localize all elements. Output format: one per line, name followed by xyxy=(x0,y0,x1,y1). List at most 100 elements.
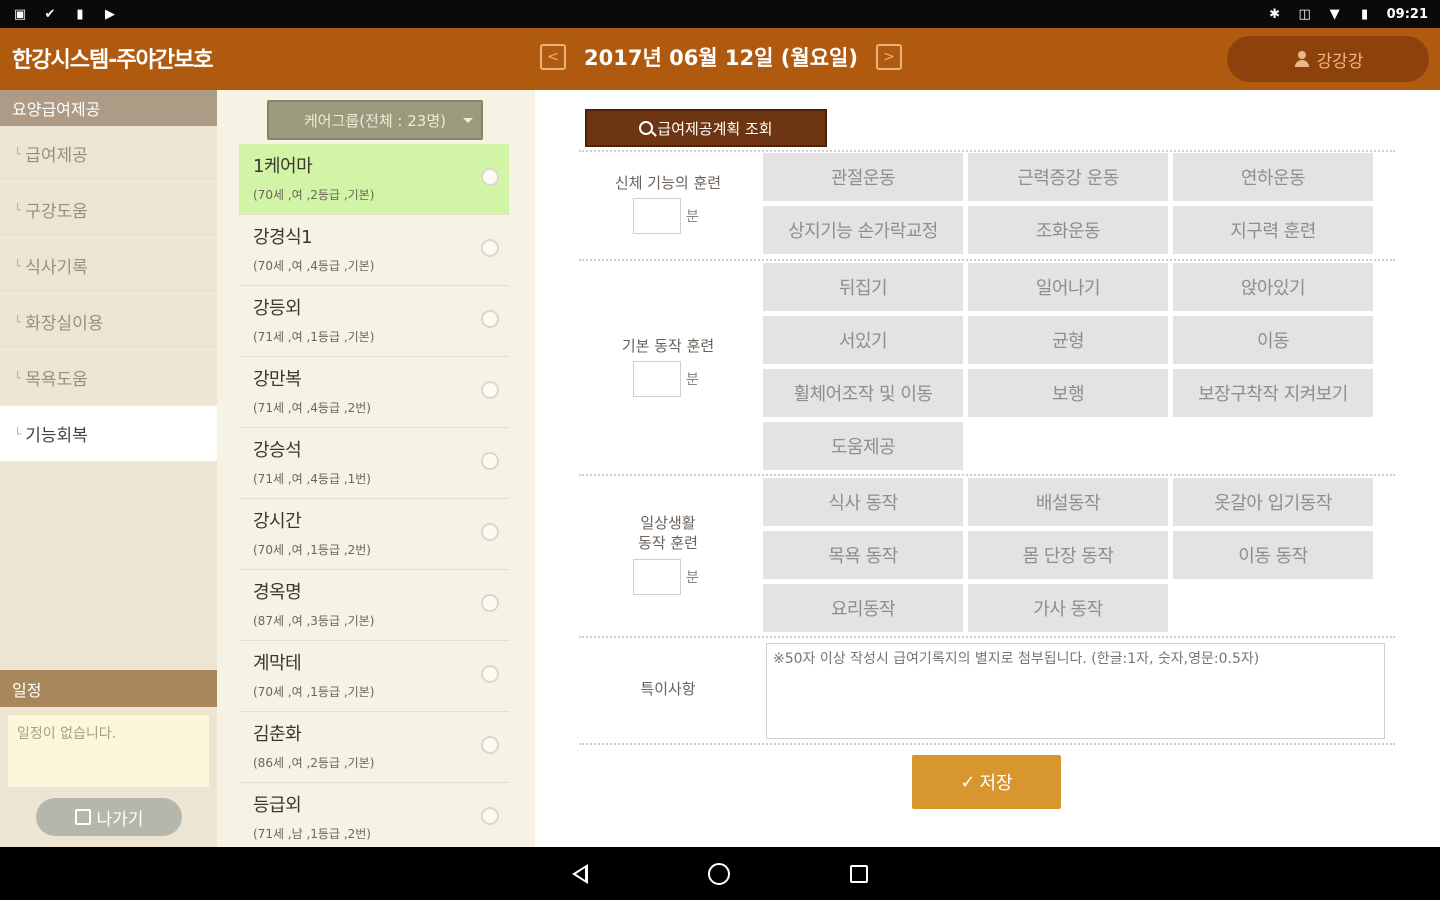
tree-branch-icon: └ xyxy=(14,426,22,441)
patient-row[interactable]: 1케어마 (70세 ,여 ,2등급 ,기본) xyxy=(239,144,509,215)
exit-label: 나가기 xyxy=(96,809,144,830)
clock: 09:21 xyxy=(1386,6,1428,22)
plan-query-button[interactable]: 급여제공계획 조회 xyxy=(585,109,827,147)
check-icon: ✓ xyxy=(960,771,976,793)
option-button[interactable]: 식사 동작 xyxy=(763,478,963,526)
patient-radio[interactable] xyxy=(481,736,499,754)
patient-radio[interactable] xyxy=(481,665,499,683)
minute-unit: 분 xyxy=(686,209,699,225)
option-button[interactable]: 도움제공 xyxy=(763,422,963,470)
option-button[interactable]: 관절운동 xyxy=(763,153,963,201)
notes-textarea[interactable] xyxy=(766,643,1385,739)
option-button[interactable]: 목욕 동작 xyxy=(763,531,963,579)
patient-name: 강경식1 xyxy=(253,227,313,248)
chevron-right-icon: > xyxy=(883,49,895,65)
section-label-line: 동작 훈련 xyxy=(638,534,698,552)
battery-icon: ▮ xyxy=(1361,6,1369,22)
prev-date-button[interactable]: < xyxy=(540,44,566,70)
sidebar-item-benefit[interactable]: └ 급여제공 xyxy=(0,126,217,182)
option-button[interactable]: 배설동작 xyxy=(968,478,1168,526)
patient-info: (71세 ,남 ,1등급 ,2번) xyxy=(253,827,371,841)
schedule-box: 일정이 없습니다. xyxy=(7,714,210,788)
patient-row[interactable]: 강승석 (71세 ,여 ,4등급 ,1번) xyxy=(239,428,509,499)
app-header: 한강시스템-주야간보호 < 2017년 06월 12일 (월요일) > 강강강 xyxy=(0,28,1440,90)
sidebar-item-meal-record[interactable]: └ 식사기록 xyxy=(0,238,217,294)
option-button[interactable]: 서있기 xyxy=(763,316,963,364)
patient-row[interactable]: 강경식1 (70세 ,여 ,4등급 ,기본) xyxy=(239,215,509,286)
daily-living-minutes-input[interactable] xyxy=(633,559,681,595)
patient-name: 김춘화 xyxy=(253,724,302,745)
option-button[interactable]: 연하운동 xyxy=(1173,153,1373,201)
option-button[interactable]: 이동 동작 xyxy=(1173,531,1373,579)
section-label-daily-living: 일상생활 동작 훈련 xyxy=(578,513,758,553)
sidebar-item-rehab[interactable]: └ 기능회복 xyxy=(0,406,217,462)
option-button[interactable]: 앉아있기 xyxy=(1173,263,1373,311)
patient-row[interactable]: 강등외 (71세 ,여 ,1등급 ,기본) xyxy=(239,286,509,357)
option-button[interactable]: 균형 xyxy=(968,316,1168,364)
patient-radio[interactable] xyxy=(481,594,499,612)
care-group-dropdown[interactable]: 케어그룹(전체 : 23명) xyxy=(267,100,483,140)
divider xyxy=(579,743,1395,745)
exit-button[interactable]: 나가기 xyxy=(36,798,182,836)
patient-row[interactable]: 등급외 (71세 ,남 ,1등급 ,2번) xyxy=(239,783,509,849)
patient-radio[interactable] xyxy=(481,807,499,825)
option-button[interactable]: 지구력 훈련 xyxy=(1173,206,1373,254)
exit-icon xyxy=(74,809,91,825)
current-date: 2017년 06월 12일 (월요일) xyxy=(584,46,858,70)
patient-info: (70세 ,여 ,4등급 ,기본) xyxy=(253,259,375,273)
patient-radio[interactable] xyxy=(481,310,499,328)
next-date-button[interactable]: > xyxy=(875,44,902,70)
option-button[interactable]: 이동 xyxy=(1173,316,1373,364)
back-icon[interactable] xyxy=(572,863,588,884)
option-button[interactable]: 요리동작 xyxy=(763,584,963,632)
patient-radio[interactable] xyxy=(481,523,499,541)
option-button[interactable]: 휠체어조작 및 이동 xyxy=(763,369,963,417)
sidebar-item-label: 구강도움 xyxy=(25,202,88,222)
sidebar-item-oral-care[interactable]: └ 구강도움 xyxy=(0,182,217,238)
patient-name: 강시간 xyxy=(253,511,302,532)
schedule-empty-text: 일정이 없습니다. xyxy=(17,726,117,742)
patient-radio[interactable] xyxy=(481,381,499,399)
patient-radio[interactable] xyxy=(481,239,499,257)
option-button[interactable]: 상지기능 손가락교정 xyxy=(763,206,963,254)
patient-name: 등급외 xyxy=(253,795,302,816)
option-button[interactable]: 옷갈아 입기동작 xyxy=(1173,478,1373,526)
option-button[interactable]: 조화운동 xyxy=(968,206,1168,254)
sidebar-item-label: 기능회복 xyxy=(25,426,88,446)
patient-row[interactable]: 김춘화 (86세 ,여 ,2등급 ,기본) xyxy=(239,712,509,783)
physical-minutes-input[interactable] xyxy=(633,198,681,234)
option-button[interactable]: 근력증강 운동 xyxy=(968,153,1168,201)
patient-row[interactable]: 경옥명 (87세 ,여 ,3등급 ,기본) xyxy=(239,570,509,641)
plan-query-label: 급여제공계획 조회 xyxy=(657,119,773,138)
home-icon[interactable] xyxy=(708,862,730,885)
date-navigator: < 2017년 06월 12일 (월요일) > xyxy=(540,42,902,72)
sidebar-item-bath[interactable]: └ 목욕도움 xyxy=(0,350,217,406)
option-button[interactable]: 보행 xyxy=(968,369,1168,417)
sidebar-item-label: 식사기록 xyxy=(25,258,88,278)
option-button[interactable]: 가사 동작 xyxy=(968,584,1168,632)
app-title: 한강시스템-주야간보호 xyxy=(12,48,214,73)
patient-radio[interactable] xyxy=(481,168,499,186)
option-button[interactable]: 몸 단장 동작 xyxy=(968,531,1168,579)
sidebar-item-toilet[interactable]: └ 화장실이용 xyxy=(0,294,217,350)
option-button[interactable]: 보장구착작 지켜보기 xyxy=(1173,369,1373,417)
option-button[interactable]: 일어나기 xyxy=(968,263,1168,311)
patient-rows: 1케어마 (70세 ,여 ,2등급 ,기본) 강경식1 (70세 ,여 ,4등급 ,… xyxy=(239,144,509,849)
divider xyxy=(579,474,1395,476)
option-button[interactable]: 뒤집기 xyxy=(763,263,963,311)
section-label-physical: 신체 기능의 훈련 xyxy=(614,174,722,192)
patient-info: (86세 ,여 ,2등급 ,기본) xyxy=(253,756,375,770)
recent-apps-icon[interactable] xyxy=(850,864,868,883)
patient-radio[interactable] xyxy=(481,452,499,470)
patient-name: 강만복 xyxy=(253,369,302,390)
basic-motion-minutes-input[interactable] xyxy=(633,361,681,397)
sidebar-item-label: 화장실이용 xyxy=(25,314,104,334)
patient-row[interactable]: 강만복 (71세 ,여 ,4등급 ,2번) xyxy=(239,357,509,428)
patient-info: (70세 ,여 ,1등급 ,2번) xyxy=(253,543,371,557)
patient-row[interactable]: 계막테 (70세 ,여 ,1등급 ,기본) xyxy=(239,641,509,712)
patient-row[interactable]: 강시간 (70세 ,여 ,1등급 ,2번) xyxy=(239,499,509,570)
patient-info: (70세 ,여 ,2등급 ,기본) xyxy=(253,188,375,202)
wifi-icon: ▼ xyxy=(1329,6,1340,22)
save-button[interactable]: ✓ 저장 xyxy=(912,755,1061,809)
user-button[interactable]: 강강강 xyxy=(1227,36,1429,82)
